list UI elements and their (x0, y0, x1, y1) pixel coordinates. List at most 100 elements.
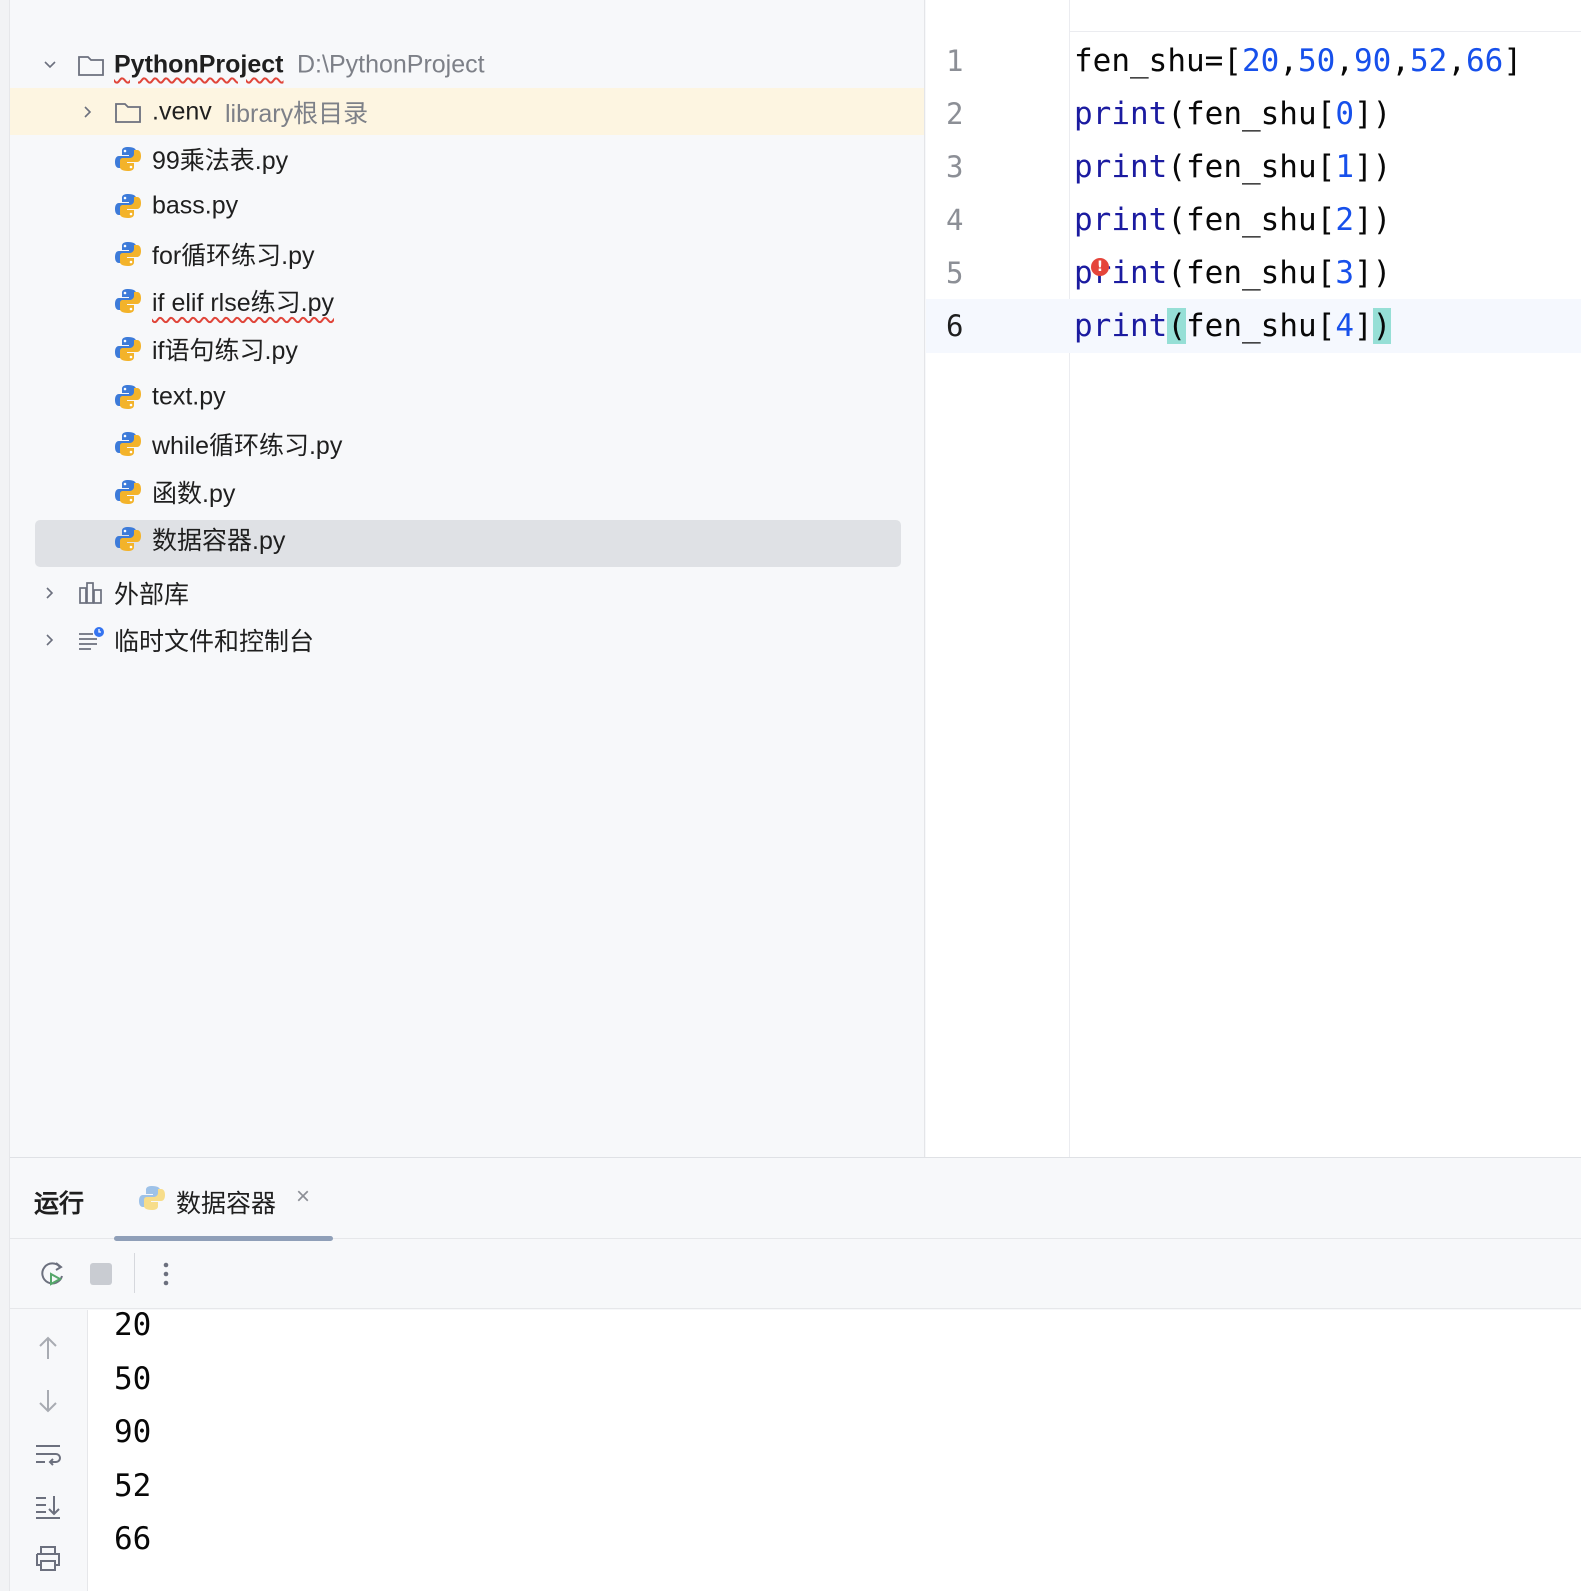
code-keyword: print (1074, 202, 1168, 238)
stop-icon[interactable] (83, 1256, 119, 1292)
tree-item-file[interactable]: 99乘法表.py (10, 135, 924, 182)
output-line: 52 (114, 1467, 152, 1504)
file-name: 数据容器.py (152, 527, 286, 556)
code-keyword: print (1074, 96, 1168, 132)
tree-item-file[interactable]: 数据容器.py (10, 516, 924, 563)
run-header: 运行 数据容器 × (10, 1158, 1581, 1241)
tree-item-file[interactable]: if elif rlse练习.py (10, 278, 924, 325)
code-number: 20 (1241, 43, 1280, 79)
code-token: fen_shu[ (1186, 308, 1336, 344)
code-line[interactable]: 5 print(fen_shu[3])! (926, 246, 1581, 300)
code-line[interactable]: 4 print(fen_shu[2]) (926, 193, 1581, 247)
code-token: fen_shu=[ (1074, 43, 1242, 79)
tree-item-scratches[interactable]: 临时文件和控制台 (10, 616, 924, 663)
arrow-down-icon[interactable] (30, 1383, 66, 1419)
code-number: 1 (1335, 149, 1354, 185)
tree-item-file[interactable]: bass.py (10, 183, 924, 230)
venv-label: .venv (152, 97, 212, 125)
code-line[interactable]: 3 print(fen_shu[1]) (926, 140, 1581, 194)
tree-item-file[interactable]: if语句练习.py (10, 325, 924, 372)
code-editor[interactable]: 1 fen_shu=[20,50,90,52,66] 2 print(fen_shu[… (926, 0, 1581, 1157)
scratches-label: 临时文件和控制台 (114, 627, 315, 656)
arrow-up-icon[interactable] (30, 1330, 66, 1366)
code-number: 4 (1335, 308, 1354, 344)
code-token: ]) (1353, 255, 1392, 291)
line-number: 4 (946, 203, 964, 237)
python-file-icon (114, 192, 142, 220)
code-number: 90 (1353, 43, 1392, 79)
console-output[interactable]: 20 50 90 52 66 (88, 1310, 1581, 1591)
line-number: 6 (946, 309, 964, 343)
tree-root[interactable]: PythonProject D:\PythonProject (10, 41, 924, 88)
run-tab[interactable]: 数据容器 × (114, 1158, 333, 1241)
line-number: 5 (946, 256, 964, 290)
file-name: bass.py (152, 191, 239, 220)
python-file-icon (138, 1184, 166, 1212)
code-text: print(fen_shu[0]) (1074, 96, 1391, 132)
rerun-icon[interactable] (34, 1256, 70, 1292)
code-keyword: print (1074, 255, 1168, 291)
code-token: ] (1353, 308, 1373, 344)
error-icon[interactable]: ! (1091, 258, 1109, 276)
code-token: ]) (1353, 202, 1392, 238)
print-icon[interactable] (30, 1540, 66, 1576)
code-line[interactable]: 6 print(fen_shu[4]) (926, 299, 1581, 353)
chevron-right-icon[interactable] (77, 101, 99, 123)
line-number: 1 (946, 44, 964, 78)
file-name: 函数.py (152, 479, 236, 508)
scroll-to-end-icon[interactable] (30, 1488, 66, 1524)
code-text: print(fen_shu[2]) (1074, 202, 1391, 238)
matched-bracket: ( (1167, 308, 1186, 344)
output-line: 50 (114, 1360, 152, 1397)
code-token: ] (1503, 43, 1522, 79)
code-number: 3 (1335, 255, 1354, 291)
code-number: 0 (1335, 96, 1354, 132)
file-name: while循环练习.py (152, 432, 343, 461)
tree-item-external-libraries[interactable]: 外部库 (10, 569, 924, 616)
tree-item-file[interactable]: 函数.py (10, 468, 924, 515)
chevron-right-icon[interactable] (39, 582, 61, 604)
python-file-icon (114, 145, 142, 173)
venv-hint: library根目录 (225, 99, 369, 128)
chevron-right-icon[interactable] (39, 629, 61, 651)
code-text: print(fen_shu[1]) (1074, 149, 1391, 185)
code-keyword: print (1074, 308, 1168, 344)
code-token: (fen_shu[ (1167, 255, 1336, 291)
chevron-down-icon[interactable] (39, 54, 61, 76)
tree-item-file[interactable]: for循环练习.py (10, 230, 924, 277)
file-name: if语句练习.py (152, 336, 298, 365)
more-options-icon[interactable] (148, 1256, 184, 1292)
tree-item-file[interactable]: text.py (10, 373, 924, 420)
run-toolbar (10, 1239, 1581, 1309)
tree-item-file[interactable]: while循环练习.py (10, 421, 924, 468)
file-name: for循环练习.py (152, 241, 315, 270)
close-icon[interactable]: × (292, 1185, 314, 1209)
project-path: D:\PythonProject (297, 50, 485, 78)
file-name: 99乘法表.py (152, 146, 289, 175)
code-text: print(fen_shu[3]) (1074, 255, 1391, 291)
soft-wrap-icon[interactable] (30, 1436, 66, 1472)
python-file-icon (114, 430, 142, 458)
file-name: text.py (152, 382, 226, 410)
output-line: 20 (114, 1310, 152, 1343)
output-line: 90 (114, 1414, 152, 1450)
python-file-icon (114, 383, 142, 411)
scratches-icon (77, 626, 105, 654)
python-file-icon (114, 525, 142, 553)
code-line[interactable]: 1 fen_shu=[20,50,90,52,66] (926, 34, 1581, 88)
tree-item-venv[interactable]: .venv library根目录 (10, 88, 924, 135)
python-file-icon (114, 287, 142, 315)
external-libraries-label: 外部库 (114, 580, 190, 609)
code-token: (fen_shu[ (1167, 149, 1336, 185)
line-number: 3 (946, 150, 964, 184)
code-token: (fen_shu[ (1167, 96, 1336, 132)
code-line[interactable]: 2 print(fen_shu[0]) (926, 87, 1581, 141)
code-text: print(fen_shu[4]) (1074, 308, 1392, 344)
matched-bracket: ) (1372, 308, 1392, 344)
python-file-icon (114, 240, 142, 268)
file-name: if elif rlse练习.py (152, 289, 334, 318)
left-tool-strip (0, 0, 10, 1591)
code-keyword: print (1074, 149, 1168, 185)
code-token: , (1279, 43, 1298, 79)
code-token: (fen_shu[ (1167, 202, 1336, 238)
